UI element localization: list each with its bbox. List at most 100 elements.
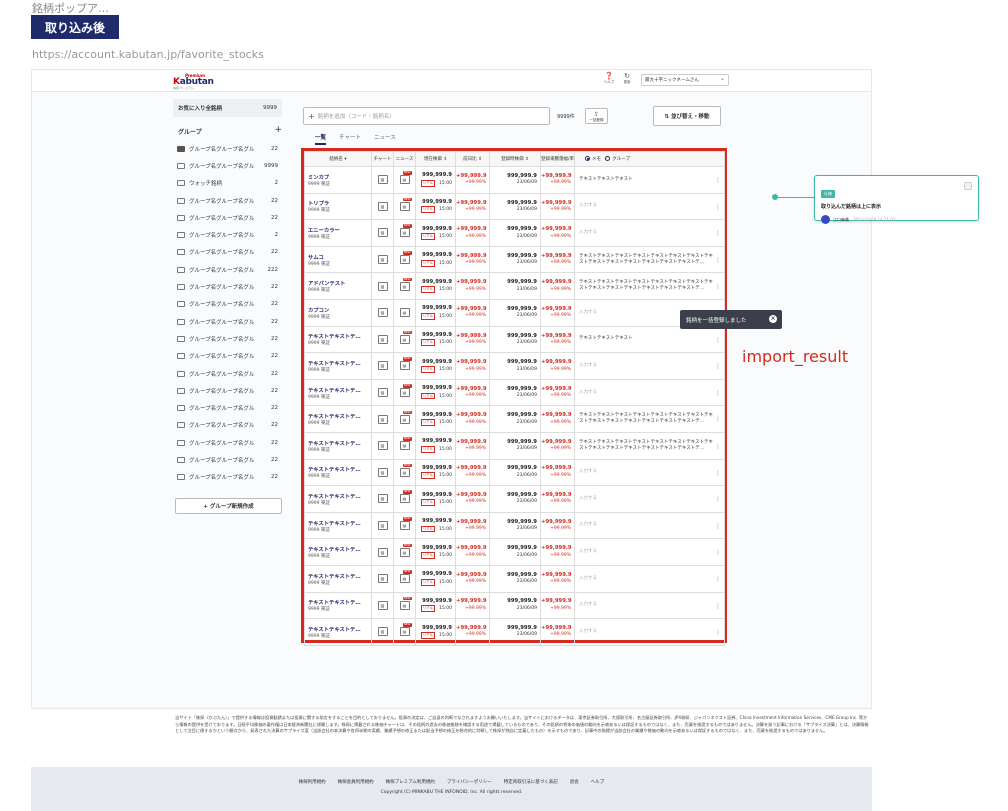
chart-icon[interactable]: ▥ xyxy=(377,494,388,504)
tab-news[interactable]: ニュース xyxy=(374,133,396,145)
news-icon[interactable]: ▤ NEW xyxy=(399,570,412,584)
stock-name[interactable]: テキストテキストテ… xyxy=(308,359,371,367)
footer-link[interactable]: 株探プレミアム利用規約 xyxy=(386,780,435,785)
memo-radio[interactable] xyxy=(585,156,590,161)
footer-link[interactable]: 退会 xyxy=(570,780,579,785)
news-icon[interactable]: ▤ NEW xyxy=(399,357,412,371)
stock-name-cell[interactable]: テキストテキストテ… 9999 東証 xyxy=(304,431,372,460)
memo-cell[interactable]: 入力する⋮ xyxy=(574,458,725,487)
memo-text[interactable]: 入力する xyxy=(579,203,724,209)
chart-icon[interactable]: ▥ xyxy=(377,201,388,211)
stock-name[interactable]: テキストテキストテ… xyxy=(308,439,371,447)
stock-name-cell[interactable]: テキストテキストテ… 9999 東証 xyxy=(304,378,372,407)
sidebar-group-item[interactable]: グループ名グループ名グル 22 xyxy=(173,382,282,399)
memo-cell[interactable]: テキストテキストテキストテキストテキストテキストテキストテキストテキストテキスト… xyxy=(574,245,725,274)
memo-text[interactable]: 入力する xyxy=(579,496,724,502)
chart-icon[interactable]: ▥ xyxy=(377,600,388,610)
chart-icon[interactable]: ▥ xyxy=(377,574,388,584)
sidebar-group-item[interactable]: グループ名グループ名グル 22 xyxy=(173,296,282,313)
memo-text[interactable]: 入力する xyxy=(579,602,724,608)
footer-link[interactable]: ヘルプ xyxy=(591,780,605,785)
chart-icon[interactable]: ▥ xyxy=(377,521,388,531)
sidebar-group-item[interactable]: グループ名グループ名グル 22 xyxy=(173,365,282,382)
stock-name-cell[interactable]: テキストテキストテ… 9999 東証 xyxy=(304,485,372,513)
more-icon[interactable]: ⋮ xyxy=(715,576,721,584)
stock-name-cell[interactable]: テキストテキストテ… 9999 東証 xyxy=(304,511,372,540)
add-group-icon[interactable]: + xyxy=(274,126,282,136)
news-icon[interactable]: ▤ NEW xyxy=(399,251,412,265)
sidebar-group-item[interactable]: グループ名グループ名グル 22 xyxy=(173,348,282,365)
memo-cell[interactable]: 入力する⋮ xyxy=(574,564,725,593)
memo-text[interactable]: テキストテキストテキストテキストテキストテキストテキストテキストテキストテキスト… xyxy=(579,254,724,266)
tab-chart[interactable]: チャート xyxy=(339,133,361,145)
stock-name[interactable]: テキストテキストテ… xyxy=(308,545,371,553)
close-icon[interactable]: × xyxy=(769,315,777,323)
stock-name[interactable]: テキストテキストテ… xyxy=(308,519,371,527)
news-icon[interactable]: ▤ NEW xyxy=(399,410,412,424)
footer-link[interactable]: 株探会員利用規約 xyxy=(338,780,374,785)
sidebar-group-item[interactable]: グループ名グループ名グル 22 xyxy=(173,417,282,434)
chart-icon[interactable]: ▥ xyxy=(377,228,388,238)
stock-name-cell[interactable]: アドバンテスト 9999 東証 xyxy=(304,272,372,300)
sidebar-group-item[interactable]: グループ名グループ名グル 22 xyxy=(173,140,282,157)
memo-cell[interactable]: 入力する⋮ xyxy=(574,485,725,513)
memo-text[interactable]: 入力する xyxy=(579,230,724,236)
news-icon[interactable]: ▤ NEW xyxy=(399,277,412,291)
memo-text[interactable]: 入力する xyxy=(579,363,724,369)
memo-cell[interactable]: テキストテキストテキストテキストテキストテキストテキストテキストテキストテキスト… xyxy=(574,405,725,433)
sidebar-all-favorites[interactable]: お気に入り全銘柄 9999 xyxy=(173,99,282,117)
sidebar-group-item[interactable]: グループ名グループ名グル 22 xyxy=(173,209,282,226)
memo-cell[interactable]: テキストテキストテキストテキストテキストテキストテキストテキストテキストテキスト… xyxy=(574,431,725,460)
stock-name-cell[interactable]: サムコ 9999 東証 xyxy=(304,245,372,274)
chart-icon[interactable]: ▥ xyxy=(377,175,388,185)
sidebar-group-item[interactable]: グループ名グループ名グル 9999 xyxy=(173,157,282,174)
more-icon[interactable]: ⋮ xyxy=(715,230,721,238)
sidebar-group-item[interactable]: グループ名グループ名グル 22 xyxy=(173,451,282,468)
more-icon[interactable]: ⋮ xyxy=(715,177,721,185)
more-icon[interactable]: ⋮ xyxy=(715,549,721,557)
stock-name[interactable]: テキストテキストテ… xyxy=(308,625,371,633)
news-icon[interactable]: ▤ NEW xyxy=(399,490,412,504)
stock-name-cell[interactable]: テキストテキストテ… 9999 東証 xyxy=(304,564,372,593)
chart-icon[interactable]: ▥ xyxy=(377,627,388,637)
stock-name-cell[interactable]: テキストテキストテ… 9999 東証 xyxy=(304,538,372,566)
memo-text[interactable]: テキストテキストテキスト xyxy=(579,336,724,342)
news-icon[interactable]: ▤ NEW xyxy=(399,171,412,185)
stock-name-cell[interactable]: テキストテキストテ… 9999 東証 xyxy=(304,618,372,646)
news-icon[interactable]: ▤ xyxy=(399,308,410,318)
stock-name[interactable]: トリプラ xyxy=(308,199,371,207)
note-checkbox[interactable] xyxy=(964,182,972,190)
stock-name-cell[interactable]: カプコン 9999 東証 xyxy=(304,298,372,327)
memo-cell[interactable]: 入力する⋮ xyxy=(574,192,725,221)
memo-text[interactable]: テキストテキストテキスト xyxy=(579,177,724,183)
stock-name-cell[interactable]: トリプラ 9999 東証 xyxy=(304,192,372,221)
sidebar-group-item[interactable]: グループ名グループ名グル 22 xyxy=(173,278,282,295)
chart-icon[interactable]: ▥ xyxy=(377,281,388,291)
footer-link[interactable]: 特定商取引法に基づく表記 xyxy=(504,780,558,785)
memo-cell[interactable]: 入力する⋮ xyxy=(574,618,725,646)
memo-text[interactable]: 入力する xyxy=(579,469,724,475)
memo-cell[interactable]: テキストテキストテキスト ⋮ xyxy=(574,166,725,194)
memo-text[interactable]: 入力する xyxy=(579,390,724,396)
more-icon[interactable]: ⋮ xyxy=(715,470,721,478)
memo-cell[interactable]: 入力する⋮ xyxy=(574,219,725,247)
update-button[interactable]: ↻ 更新 xyxy=(620,73,634,85)
stock-name[interactable]: テキストテキストテ… xyxy=(308,572,371,580)
col-name[interactable]: 銘柄名 ▾ xyxy=(304,151,372,167)
news-icon[interactable]: ▤ NEW xyxy=(399,437,412,451)
stock-name-cell[interactable]: テキストテキストテ… 9999 東証 xyxy=(304,405,372,433)
news-icon[interactable]: ▤ NEW xyxy=(399,543,412,557)
chart-icon[interactable]: ▥ xyxy=(377,308,388,318)
memo-cell[interactable]: テキストテキストテキスト ⋮ xyxy=(574,325,725,354)
news-icon[interactable]: ▤ NEW xyxy=(399,596,412,610)
sidebar-group-item[interactable]: グループ名グループ名グル 22 xyxy=(173,244,282,261)
chart-icon[interactable]: ▥ xyxy=(377,388,388,398)
news-icon[interactable]: ▤ NEW xyxy=(399,330,412,344)
stock-search-input[interactable]: + 銘柄を追加（コード・銘柄名） xyxy=(303,107,550,125)
chart-icon[interactable]: ▥ xyxy=(377,547,388,557)
stock-name[interactable]: テキストテキストテ… xyxy=(308,465,371,473)
col-reg-price[interactable]: 登録時株価 ⇕ xyxy=(489,151,541,167)
stock-name[interactable]: エニーカラー xyxy=(308,226,371,234)
more-icon[interactable]: ⋮ xyxy=(715,283,721,291)
chart-icon[interactable]: ▥ xyxy=(377,441,388,451)
